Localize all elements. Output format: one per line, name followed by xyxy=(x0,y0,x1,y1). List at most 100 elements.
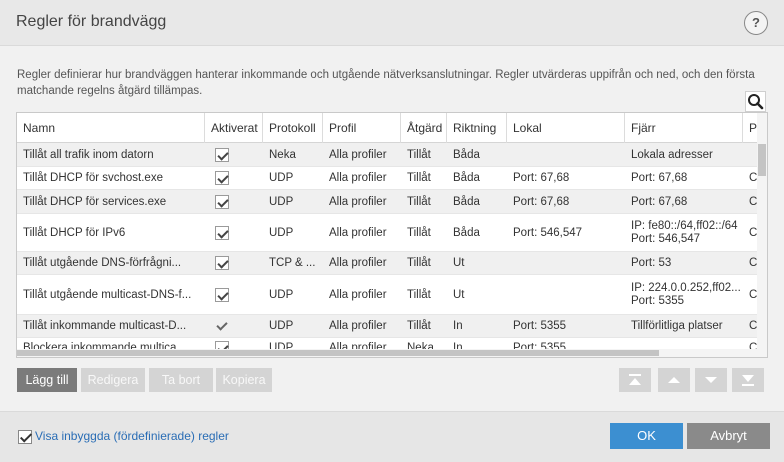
cell-enabled xyxy=(205,143,263,166)
enabled-checkbox[interactable] xyxy=(215,147,229,162)
help-icon[interactable]: ? xyxy=(744,11,768,35)
cell-protocol: UDP xyxy=(269,195,294,208)
cell-enabled xyxy=(205,167,263,189)
horizontal-scrollbar[interactable] xyxy=(17,349,759,357)
table-row[interactable]: Tillåt DHCP för IPv6 UDP Alla profiler Till… xyxy=(17,214,767,252)
cell-direction: Ut xyxy=(453,288,465,301)
cell-name: Tillåt all trafik inom datorn xyxy=(23,148,154,161)
cell-remote: Tillförlitliga platser xyxy=(625,315,743,337)
add-button[interactable]: Lägg till xyxy=(17,368,77,392)
show-builtin-rules-checkbox[interactable] xyxy=(18,430,32,444)
table-row[interactable]: Tillåt utgående DNS-förfrågni... TCP & ..… xyxy=(17,252,767,275)
cell-action: Tillåt xyxy=(407,195,431,208)
show-builtin-rules-label[interactable]: Visa inbyggda (fördefinierade) regler xyxy=(35,429,229,443)
cell-action: Tillåt xyxy=(407,172,431,184)
remote-line: Tillförlitliga platser xyxy=(631,320,723,332)
column-header-name[interactable]: Namn xyxy=(17,113,205,143)
cell-enabled xyxy=(205,275,263,314)
cell-local: Port: 67,68 xyxy=(513,172,570,184)
cell-name: Tillåt utgående DNS-förfrågni... xyxy=(23,257,182,269)
cell-profile: Alla profiler xyxy=(329,148,387,161)
move-bottom-button[interactable] xyxy=(732,368,764,392)
search-icon[interactable] xyxy=(745,91,766,112)
move-top-button[interactable] xyxy=(619,368,651,392)
cell-local: Port: 5355 xyxy=(513,320,567,332)
cell-remote: Port: 53 xyxy=(625,252,743,274)
enabled-checkbox[interactable] xyxy=(215,194,229,209)
column-header-local[interactable]: Lokal xyxy=(507,113,625,143)
cell-action: Tillåt xyxy=(407,288,431,301)
enabled-checkbox[interactable] xyxy=(215,287,229,302)
cell-protocol: UDP xyxy=(269,320,294,332)
table-row[interactable]: Tillåt DHCP för services.exe UDP Alla prof… xyxy=(17,190,767,214)
table-row[interactable]: Tillåt DHCP för svchost.exe UDP Alla profi… xyxy=(17,167,767,190)
cell-action: Tillåt xyxy=(407,257,431,269)
table-row[interactable]: Tillåt inkommande multicast-D... UDP Alla … xyxy=(17,315,767,338)
cell-protocol: UDP xyxy=(269,288,294,301)
cell-direction: Båda xyxy=(453,172,480,184)
cell-enabled xyxy=(205,315,263,337)
column-header-protocol[interactable]: Protokoll xyxy=(263,113,323,143)
enabled-checkbox[interactable] xyxy=(215,171,229,185)
dialog-title: Regler för brandvägg xyxy=(16,13,167,30)
cell-name: Tillåt DHCP för svchost.exe xyxy=(23,172,163,184)
cell-direction: In xyxy=(453,320,463,332)
cell-protocol: TCP & ... xyxy=(269,257,316,269)
copy-button[interactable]: Kopiera xyxy=(216,368,272,392)
enabled-checkbox[interactable] xyxy=(215,319,229,333)
cell-remote: IP: 224.0.0.252,ff02... Port: 5355 xyxy=(625,275,743,314)
cell-local xyxy=(507,143,625,166)
cell-profile: Alla profiler xyxy=(329,172,387,184)
table-row[interactable]: Tillåt utgående multicast-DNS-f... UDP All… xyxy=(17,275,767,315)
table-header: Namn Aktiverat Protokoll Profil Åtgärd Riktni… xyxy=(17,113,767,143)
column-header-direction[interactable]: Riktning xyxy=(447,113,507,143)
cell-profile: Alla profiler xyxy=(329,226,387,239)
horizontal-scrollbar-thumb[interactable] xyxy=(17,350,659,356)
column-header-action[interactable]: Åtgärd xyxy=(401,113,447,143)
cell-direction: Ut xyxy=(453,257,465,269)
cell-enabled xyxy=(205,214,263,251)
cell-action: Tillåt xyxy=(407,320,431,332)
cell-name: Tillåt DHCP för IPv6 xyxy=(23,226,126,239)
vertical-scrollbar[interactable] xyxy=(757,113,767,357)
rules-table: Namn Aktiverat Protokoll Profil Åtgärd Riktni… xyxy=(16,112,768,358)
cell-profile: Alla profiler xyxy=(329,320,387,332)
remote-line: Port: 53 xyxy=(631,257,672,269)
cell-action: Tillåt xyxy=(407,226,431,239)
cell-enabled xyxy=(205,190,263,213)
cell-direction: Båda xyxy=(453,226,480,239)
cell-direction: Båda xyxy=(453,195,480,208)
cell-profile: Alla profiler xyxy=(329,195,387,208)
ok-button[interactable]: OK xyxy=(610,423,683,449)
delete-button[interactable]: Ta bort xyxy=(149,368,213,392)
description-text: Regler definierar hur brandväggen hanter… xyxy=(17,69,755,97)
cell-protocol: UDP xyxy=(269,172,294,184)
cancel-button[interactable]: Avbryt xyxy=(687,423,770,449)
title-bar: Regler för brandvägg ? xyxy=(0,0,784,46)
cell-profile: Alla profiler xyxy=(329,288,387,301)
move-up-button[interactable] xyxy=(658,368,690,392)
table-body: Tillåt all trafik inom datorn Neka Alla pr… xyxy=(17,143,767,357)
column-header-profile[interactable]: Profil xyxy=(323,113,401,143)
move-down-icon xyxy=(705,377,717,383)
enabled-checkbox[interactable] xyxy=(215,225,229,240)
move-up-icon xyxy=(668,377,680,383)
cell-action: Tillåt xyxy=(407,148,431,161)
column-header-enabled[interactable]: Aktiverat xyxy=(205,113,263,143)
enabled-checkbox[interactable] xyxy=(215,256,229,270)
cell-direction: Båda xyxy=(453,148,480,161)
move-down-button[interactable] xyxy=(695,368,727,392)
cell-name: Tillåt inkommande multicast-D... xyxy=(23,320,187,332)
cell-local: Port: 546,547 xyxy=(513,226,583,239)
cell-local xyxy=(507,252,625,274)
table-row[interactable]: Tillåt all trafik inom datorn Neka Alla pr… xyxy=(17,143,767,167)
firewall-rules-dialog: Regler för brandvägg ? Regler definierar… xyxy=(0,0,784,462)
column-header-remote[interactable]: Fjärr xyxy=(625,113,743,143)
cell-name: Tillåt utgående multicast-DNS-f... xyxy=(23,288,192,301)
remote-line: Port: 67,68 xyxy=(631,172,688,184)
edit-button[interactable]: Redigera xyxy=(81,368,145,392)
cell-remote: Port: 67,68 xyxy=(625,167,743,189)
cell-protocol: UDP xyxy=(269,226,294,239)
cell-local: Port: 67,68 xyxy=(513,195,570,208)
vertical-scrollbar-thumb[interactable] xyxy=(758,144,766,176)
